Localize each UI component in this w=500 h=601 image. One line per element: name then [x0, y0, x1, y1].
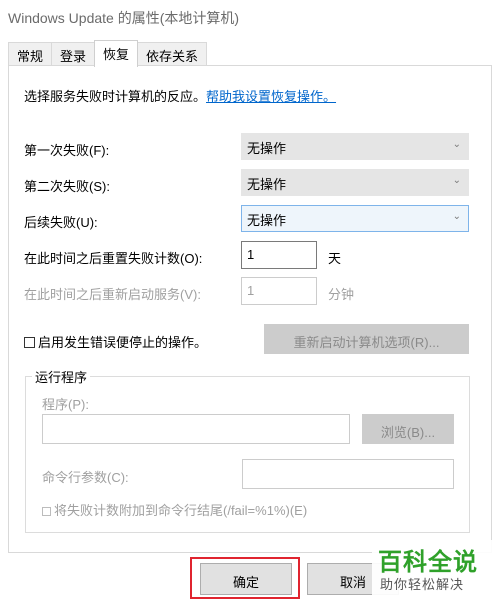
restart-service-unit: 分钟: [328, 287, 355, 302]
first-failure-value: 无操作: [247, 141, 287, 156]
tab-recovery[interactable]: 恢复: [94, 40, 139, 67]
enable-stop-actions-row[interactable]: 启用发生错误便停止的操作。: [24, 332, 207, 351]
help-link[interactable]: 帮助我设置恢复操作。: [206, 89, 336, 104]
intro-line: 选择服务失败时计算机的反应。帮助我设置恢复操作。: [24, 86, 336, 105]
params-label: 命令行参数(C):: [42, 470, 129, 485]
watermark-main-text: 百科全说: [378, 549, 478, 576]
first-failure-select[interactable]: 无操作 ⌄: [241, 133, 469, 160]
program-input[interactable]: [42, 414, 350, 444]
params-input[interactable]: [242, 459, 454, 489]
restart-service-input[interactable]: 1: [241, 277, 317, 305]
tab-general[interactable]: 常规: [8, 42, 53, 66]
tab-dependencies[interactable]: 依存关系: [137, 42, 208, 66]
intro-text: 选择服务失败时计算机的反应。: [24, 89, 207, 104]
subsequent-failures-value: 无操作: [247, 213, 287, 228]
append-fail-count-label: 将失败计数附加到命令行结尾(/fail=%1%)(E): [54, 503, 308, 518]
program-label: 程序(P):: [42, 397, 89, 412]
restart-service-label: 在此时间之后重新启动服务(V):: [24, 287, 201, 302]
tab-strip: 常规 登录 恢复 依存关系: [8, 40, 208, 67]
enable-stop-actions-label: 启用发生错误便停止的操作。: [38, 335, 208, 350]
run-program-group: 运行程序 程序(P): 浏览(B)... 命令行参数(C): 将失败计数附加到命…: [25, 367, 470, 533]
title-bar: Windows Update 的属性(本地计算机): [0, 0, 500, 32]
subsequent-failures-select[interactable]: 无操作 ⌄: [241, 205, 469, 232]
highlight-box: [190, 557, 300, 599]
chevron-down-icon: ⌄: [452, 211, 461, 222]
append-fail-count-row[interactable]: 将失败计数附加到命令行结尾(/fail=%1%)(E): [42, 500, 307, 519]
reset-count-unit: 天: [328, 251, 342, 266]
tab-logon[interactable]: 登录: [51, 42, 96, 66]
first-failure-label: 第一次失败(F):: [24, 143, 110, 158]
chevron-down-icon: ⌄: [452, 139, 461, 150]
window-title: Windows Update 的属性(本地计算机): [8, 10, 240, 26]
restart-computer-options-button[interactable]: 重新启动计算机选项(R)...: [264, 324, 469, 354]
watermark-sub-text: 助你轻松解决: [380, 577, 465, 592]
second-failure-value: 无操作: [247, 177, 287, 192]
run-program-group-title: 运行程序: [32, 367, 91, 386]
recovery-panel: 选择服务失败时计算机的反应。帮助我设置恢复操作。 第一次失败(F): 无操作 ⌄…: [8, 65, 492, 553]
reset-count-label: 在此时间之后重置失败计数(O):: [24, 251, 203, 266]
subsequent-failures-label: 后续失败(U):: [24, 215, 98, 230]
append-fail-count-checkbox[interactable]: [42, 507, 51, 516]
second-failure-label: 第二次失败(S):: [24, 179, 110, 194]
second-failure-select[interactable]: 无操作 ⌄: [241, 169, 469, 196]
watermark: 百科全说 助你轻松解决: [372, 540, 494, 596]
browse-button[interactable]: 浏览(B)...: [362, 414, 454, 444]
reset-count-input[interactable]: 1: [241, 241, 317, 269]
enable-stop-actions-checkbox[interactable]: [24, 337, 35, 348]
chevron-down-icon: ⌄: [452, 175, 461, 186]
